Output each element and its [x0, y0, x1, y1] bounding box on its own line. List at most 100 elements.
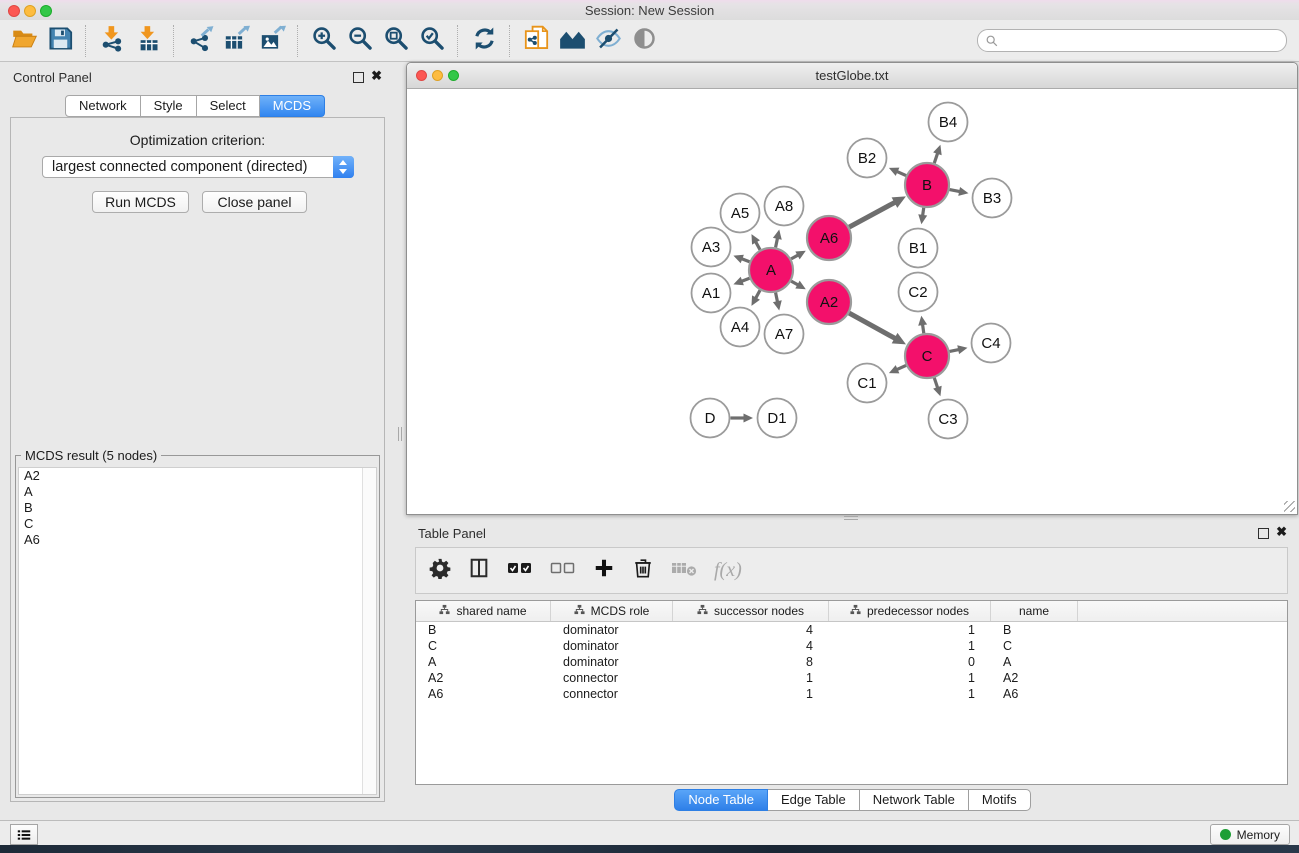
zoom-fit-button[interactable]	[378, 23, 414, 59]
open-session-button[interactable]	[6, 23, 42, 59]
tab-mcds[interactable]: MCDS	[260, 95, 325, 117]
session-details-button[interactable]	[518, 23, 554, 59]
tab-style[interactable]: Style	[141, 95, 197, 117]
zoom-in-button[interactable]	[306, 23, 342, 59]
table-cell[interactable]: connector	[551, 671, 673, 685]
network-canvas[interactable]: B4B2BB3B1C2A5A8A6A3AA1A2A4A7CC4C1C3DD1	[407, 89, 1297, 514]
table-cell[interactable]: 1	[673, 671, 829, 685]
mcds-result-list[interactable]: A2ABCA6	[18, 467, 377, 795]
table-cell[interactable]: A	[991, 655, 1078, 669]
show-panel-button[interactable]	[626, 23, 662, 59]
hide-panel-button[interactable]	[590, 23, 626, 59]
export-table-button[interactable]	[218, 23, 254, 59]
table-cell[interactable]: connector	[551, 687, 673, 701]
add-column-icon	[593, 557, 615, 584]
column-header-shared-name[interactable]: shared name	[416, 601, 551, 621]
zoom-out-button[interactable]	[342, 23, 378, 59]
table-cell[interactable]: 4	[673, 623, 829, 637]
table-cell[interactable]: dominator	[551, 655, 673, 669]
edge-A2-C[interactable]	[849, 313, 896, 339]
select-all-checks-button[interactable]	[507, 557, 533, 584]
edge-arrowhead	[773, 300, 782, 310]
table-cell[interactable]: A	[416, 655, 551, 669]
column-header-name[interactable]: name	[991, 601, 1078, 621]
table-cell[interactable]: 0	[829, 655, 991, 669]
result-scrollbar[interactable]	[362, 468, 376, 794]
edge-A6-B[interactable]	[849, 202, 896, 227]
table-cell[interactable]: A6	[991, 687, 1078, 701]
window-resize-grip[interactable]	[1284, 501, 1295, 512]
table-cell[interactable]: dominator	[551, 639, 673, 653]
table-cell[interactable]: B	[991, 623, 1078, 637]
import-network-button[interactable]	[94, 23, 130, 59]
table-cell[interactable]: 1	[829, 623, 991, 637]
export-network-button[interactable]	[182, 23, 218, 59]
column-header-MCDS-role[interactable]: MCDS role	[551, 601, 673, 621]
table-cell[interactable]: 8	[673, 655, 829, 669]
table-cell[interactable]: 1	[673, 687, 829, 701]
search-field[interactable]	[977, 29, 1287, 52]
table-cell[interactable]: C	[416, 639, 551, 653]
optimization-criterion-dropdown[interactable]: largest connected component (directed)	[42, 156, 354, 178]
run-mcds-button[interactable]: Run MCDS	[92, 191, 189, 213]
mcds-result-item[interactable]: C	[19, 516, 376, 532]
home-view-button[interactable]	[554, 23, 590, 59]
mcds-result-item[interactable]: A6	[19, 532, 376, 548]
tab-select[interactable]: Select	[197, 95, 260, 117]
tab-motifs[interactable]: Motifs	[969, 789, 1031, 811]
table-close-icon[interactable]: ✖	[1276, 527, 1287, 537]
memory-button[interactable]: Memory	[1210, 824, 1290, 845]
column-header-successor-nodes[interactable]: successor nodes	[673, 601, 829, 621]
table-cell[interactable]: 1	[829, 639, 991, 653]
table-cell[interactable]: 1	[829, 671, 991, 685]
column-edit-icon	[574, 604, 585, 618]
graph-node-label: A	[766, 262, 776, 279]
tab-node-table[interactable]: Node Table	[674, 789, 768, 811]
table-cell[interactable]: 1	[829, 687, 991, 701]
graph-node-label: A5	[731, 205, 749, 222]
graph-node-label: A8	[775, 198, 793, 215]
deselect-all-checks-button[interactable]	[550, 557, 576, 584]
network-window-titlebar[interactable]: testGlobe.txt	[407, 63, 1297, 89]
mcds-result-item[interactable]: A	[19, 484, 376, 500]
column-header-label: MCDS role	[591, 604, 650, 618]
tab-network-table[interactable]: Network Table	[860, 789, 969, 811]
import-network-icon	[99, 25, 126, 57]
table-row[interactable]: Cdominator41C	[416, 638, 1287, 654]
table-cell[interactable]: A2	[416, 671, 551, 685]
save-session-button[interactable]	[42, 23, 78, 59]
mcds-result-item[interactable]: A2	[19, 468, 376, 484]
export-image-button[interactable]	[254, 23, 290, 59]
table-cell[interactable]: B	[416, 623, 551, 637]
close-panel-button[interactable]: Close panel	[202, 191, 307, 213]
zoom-selected-button[interactable]	[414, 23, 450, 59]
import-table-button[interactable]	[130, 23, 166, 59]
table-cell[interactable]: 4	[673, 639, 829, 653]
table-cell[interactable]: dominator	[551, 623, 673, 637]
table-float-icon[interactable]	[1258, 528, 1269, 539]
settings-gear-button[interactable]	[429, 557, 451, 584]
function-builder-button[interactable]: f(x)	[714, 559, 742, 582]
table-row[interactable]: Bdominator41B	[416, 622, 1287, 638]
refresh-layout-button[interactable]	[466, 23, 502, 59]
column-header-predecessor-nodes[interactable]: predecessor nodes	[829, 601, 991, 621]
task-history-button[interactable]	[10, 824, 38, 845]
table-row[interactable]: A2connector11A2	[416, 670, 1287, 686]
mcds-result-item[interactable]: B	[19, 500, 376, 516]
delete-table-button[interactable]	[671, 557, 697, 584]
tab-edge-table[interactable]: Edge Table	[768, 789, 860, 811]
table-cell[interactable]: A6	[416, 687, 551, 701]
add-column-button[interactable]	[593, 557, 615, 584]
search-input[interactable]	[999, 33, 1279, 49]
table-cell[interactable]: C	[991, 639, 1078, 653]
show-columns-button[interactable]	[468, 557, 490, 584]
table-cell[interactable]: A2	[991, 671, 1078, 685]
tab-network[interactable]: Network	[65, 95, 141, 117]
delete-column-button[interactable]	[632, 557, 654, 584]
network-window-title: testGlobe.txt	[407, 68, 1297, 83]
close-panel-icon[interactable]: ✖	[371, 71, 382, 81]
float-panel-icon[interactable]	[353, 72, 364, 83]
table-row[interactable]: Adominator80A	[416, 654, 1287, 670]
table-row[interactable]: A6connector11A6	[416, 686, 1287, 702]
vertical-splitter-handle[interactable]	[398, 427, 403, 441]
